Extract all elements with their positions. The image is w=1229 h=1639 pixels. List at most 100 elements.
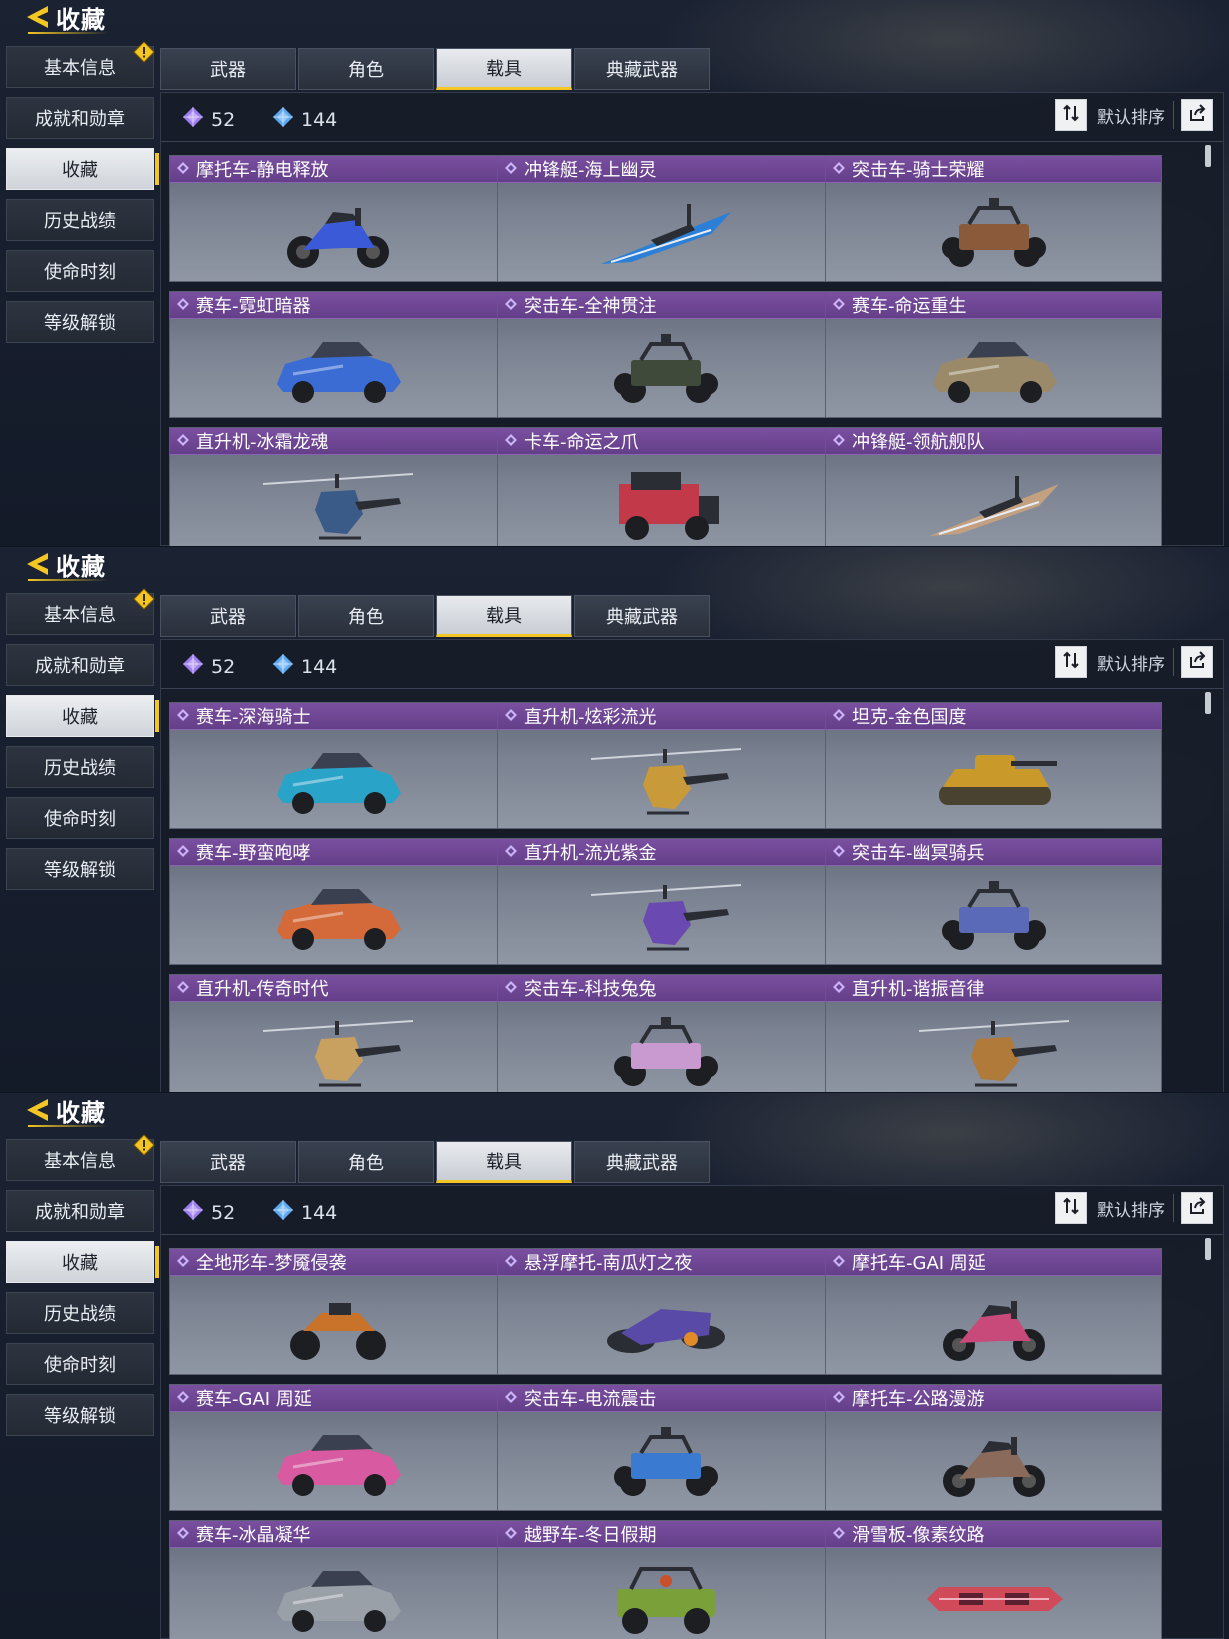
rarity-gem-icon: [176, 978, 196, 999]
vehicle-card[interactable]: 赛车-深海骑士: [169, 702, 506, 829]
rarity-gem-icon: [504, 159, 524, 180]
vehicle-card[interactable]: 突击车-全神贯注: [497, 291, 834, 418]
vehicle-card[interactable]: 直升机-炫彩流光: [497, 702, 834, 829]
sidebar-item[interactable]: 成就和勋章: [6, 97, 154, 139]
card-title-bar: 全地形车-梦魇侵袭: [170, 1249, 505, 1276]
vehicle-card[interactable]: 直升机-冰霜龙魂: [169, 427, 506, 546]
sidebar-item[interactable]: 收藏: [6, 148, 159, 190]
tab-label: 典藏武器: [606, 1153, 678, 1174]
car-icon: [263, 326, 413, 412]
sort-label[interactable]: 默认排序: [1097, 103, 1165, 128]
sidebar-item[interactable]: 收藏: [6, 1241, 159, 1283]
buggy-icon: [591, 1419, 741, 1505]
tab[interactable]: 角色: [298, 595, 434, 637]
vehicle-name: 突击车-骑士荣耀: [852, 160, 985, 181]
vehicle-card[interactable]: 越野车-冬日假期: [497, 1520, 834, 1639]
tab[interactable]: 典藏武器: [574, 48, 710, 90]
vehicle-card[interactable]: 赛车-GAI 周延: [169, 1384, 506, 1511]
scrollbar[interactable]: [1205, 145, 1211, 167]
vehicle-card[interactable]: 摩托车-GAI 周延: [825, 1248, 1162, 1375]
tab[interactable]: 角色: [298, 48, 434, 90]
sidebar-item[interactable]: 基本信息: [6, 41, 155, 88]
sidebar-item[interactable]: 使命时刻: [6, 1343, 154, 1385]
sort-label[interactable]: 默认排序: [1097, 1196, 1165, 1221]
collection-content: 52 144 默认排序: [160, 1185, 1224, 1639]
vehicle-name: 直升机-流光紫金: [524, 843, 657, 864]
vehicle-card[interactable]: 摩托车-静电释放: [169, 155, 506, 282]
car-icon: [263, 1419, 413, 1505]
back-arrow-icon[interactable]: [24, 3, 52, 31]
sidebar-item[interactable]: 等级解锁: [6, 301, 154, 343]
vehicle-card[interactable]: 卡车-命运之爪: [497, 427, 834, 546]
sidebar-item[interactable]: 等级解锁: [6, 1394, 154, 1436]
vehicle-card[interactable]: 突击车-电流震击: [497, 1384, 834, 1511]
sidebar-item[interactable]: 历史战绩: [6, 746, 154, 788]
tab[interactable]: 典藏武器: [574, 1141, 710, 1183]
vehicle-card[interactable]: 直升机-传奇时代: [169, 974, 506, 1093]
sidebar-item[interactable]: 成就和勋章: [6, 1190, 154, 1232]
sidebar-item[interactable]: 使命时刻: [6, 250, 154, 292]
tab[interactable]: 角色: [298, 1141, 434, 1183]
vehicle-card[interactable]: 直升机-谐振音律: [825, 974, 1162, 1093]
card-title-bar: 直升机-传奇时代: [170, 975, 505, 1002]
tab[interactable]: 武器: [160, 595, 296, 637]
sort-order-button[interactable]: [1055, 1192, 1087, 1224]
vehicle-card[interactable]: 赛车-霓虹暗器: [169, 291, 506, 418]
card-title-bar: 坦克-金色国度: [826, 703, 1161, 730]
vehicle-card[interactable]: 突击车-科技兔兔: [497, 974, 834, 1093]
tab[interactable]: 载具: [436, 48, 572, 90]
vehicle-card[interactable]: 赛车-命运重生: [825, 291, 1162, 418]
tab[interactable]: 武器: [160, 48, 296, 90]
back-arrow-icon[interactable]: [24, 1096, 52, 1124]
share-button[interactable]: [1181, 646, 1213, 678]
sidebar-item[interactable]: 基本信息: [6, 588, 155, 635]
vehicle-card[interactable]: 赛车-野蛮咆哮: [169, 838, 506, 965]
sidebar-item[interactable]: 成就和勋章: [6, 644, 154, 686]
sidebar: 基本信息 成就和勋章 收藏 历史战绩 使命时刻 等级解锁: [6, 1134, 159, 1445]
sidebar-item[interactable]: 基本信息: [6, 1134, 155, 1181]
tab-label: 角色: [348, 1153, 384, 1174]
vehicle-card[interactable]: 坦克-金色国度: [825, 702, 1162, 829]
tab[interactable]: 载具: [436, 1141, 572, 1183]
sort-arrows-icon: [1061, 650, 1081, 674]
sort-order-button[interactable]: [1055, 646, 1087, 678]
share-button[interactable]: [1181, 99, 1213, 131]
vehicle-card[interactable]: 直升机-流光紫金: [497, 838, 834, 965]
vehicle-card[interactable]: 全地形车-梦魇侵袭: [169, 1248, 506, 1375]
helicopter-icon: [590, 737, 741, 823]
divider: [1173, 1194, 1174, 1222]
rarity-gem-icon: [176, 295, 196, 316]
helicopter-icon: [918, 1009, 1069, 1093]
vehicle-card[interactable]: 摩托车-公路漫游: [825, 1384, 1162, 1511]
sidebar: 基本信息 成就和勋章 收藏 历史战绩 使命时刻 等级解锁: [6, 588, 159, 899]
back-arrow-icon[interactable]: [24, 550, 52, 578]
sidebar-item[interactable]: 历史战绩: [6, 1292, 154, 1334]
vehicle-card[interactable]: 悬浮摩托-南瓜灯之夜: [497, 1248, 834, 1375]
sidebar-item-label: 成就和勋章: [35, 656, 125, 677]
vehicle-card[interactable]: 赛车-冰晶凝华: [169, 1520, 506, 1639]
sidebar-item[interactable]: 收藏: [6, 695, 159, 737]
tab[interactable]: 武器: [160, 1141, 296, 1183]
sidebar-item[interactable]: 历史战绩: [6, 199, 154, 241]
sort-label[interactable]: 默认排序: [1097, 650, 1165, 675]
vehicle-card[interactable]: 突击车-骑士荣耀: [825, 155, 1162, 282]
vehicle-card[interactable]: 冲锋艇-海上幽灵: [497, 155, 834, 282]
purple-gem-counter: 52: [181, 652, 235, 681]
page-title: 收藏: [56, 5, 106, 34]
share-button[interactable]: [1181, 1192, 1213, 1224]
scrollbar[interactable]: [1205, 1238, 1211, 1260]
vehicle-card[interactable]: 冲锋艇-领航舰队: [825, 427, 1162, 546]
sort-order-button[interactable]: [1055, 99, 1087, 131]
sort-arrows-icon: [1061, 1196, 1081, 1220]
sidebar-item[interactable]: 使命时刻: [6, 797, 154, 839]
scrollbar[interactable]: [1205, 692, 1211, 714]
sidebar-item[interactable]: 等级解锁: [6, 848, 154, 890]
tab[interactable]: 载具: [436, 595, 572, 637]
helicopter-icon: [262, 462, 413, 546]
car-icon: [919, 326, 1069, 412]
tab[interactable]: 典藏武器: [574, 595, 710, 637]
card-title-bar: 突击车-电流震击: [498, 1385, 833, 1412]
vehicle-card[interactable]: 突击车-幽冥骑兵: [825, 838, 1162, 965]
vehicle-name: 冲锋艇-领航舰队: [852, 432, 985, 453]
vehicle-card[interactable]: 滑雪板-像素纹路: [825, 1520, 1162, 1639]
